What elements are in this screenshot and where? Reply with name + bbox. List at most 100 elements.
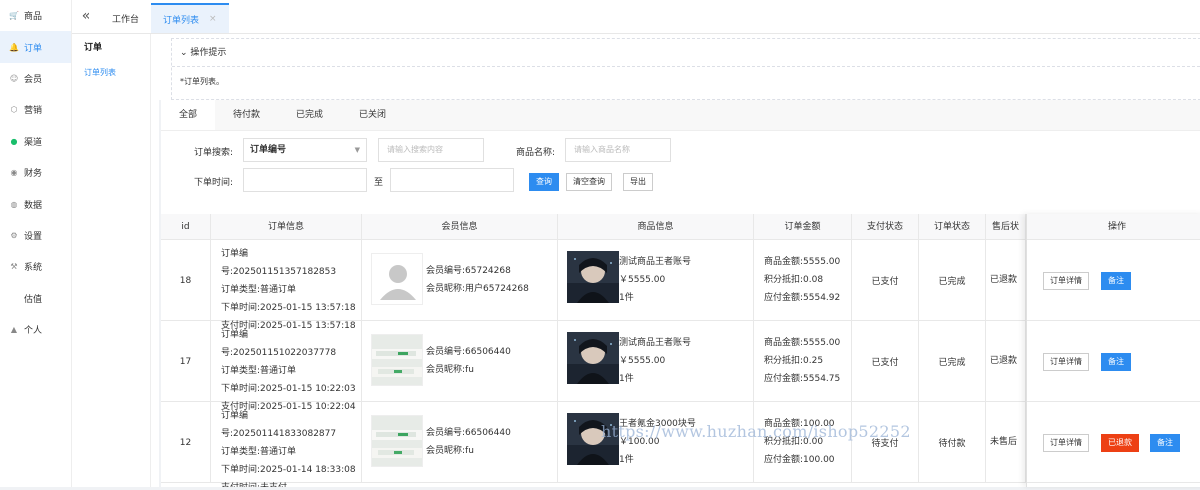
product-info: 测试商品王者账号 ￥5555.00 1件 xyxy=(558,240,754,321)
avatar xyxy=(371,253,423,305)
tips-header[interactable]: ⌄ 操作提示 xyxy=(172,39,1200,67)
column-header: 支付状态 xyxy=(852,214,919,240)
refunded-button[interactable]: 已退款 xyxy=(1101,434,1139,452)
chevron-down-icon: ⌄ xyxy=(180,48,188,58)
order-detail-button[interactable]: 订单详情 xyxy=(1043,272,1089,290)
sub-item-order-list[interactable]: 订单列表 xyxy=(72,62,150,84)
column-header: 售后状 xyxy=(986,214,1026,240)
search-input[interactable]: 请输入搜索内容 xyxy=(378,138,484,162)
order-info: 订单编号:202501141833082877 订单类型:普通订单 下单时间:202… xyxy=(211,402,362,487)
product-name-input[interactable]: 请输入商品名称 xyxy=(565,138,671,162)
column-header: 会员信息 xyxy=(362,214,558,240)
product-image xyxy=(567,332,619,384)
search-type-select[interactable]: 订单编号 ▼ xyxy=(243,138,367,162)
order-info-line: 订单类型:普通订单 xyxy=(221,285,297,295)
nav-item-3[interactable]: ⬡ 营销 xyxy=(0,94,71,125)
nav-label: 营销 xyxy=(24,106,43,117)
status-tabs: 全部 待付款 已完成 已关闭 xyxy=(161,100,1200,131)
tab-label: 订单列表 xyxy=(163,15,200,26)
member-name: 会员昵称:fu xyxy=(426,446,474,456)
note-button[interactable]: 备注 xyxy=(1150,434,1180,452)
column-header: 订单金额 xyxy=(754,214,852,240)
left-nav: 🛒 商品 🔔 订单 ☺ 会员 ⬡ 营销 ● 渠道 ◉ 财务 ◍ 数据 ⚙ 设置 ⚒ 系统估值 ▲ 个人 xyxy=(0,0,72,487)
member-name: 会员昵称:用户65724268 xyxy=(426,284,529,294)
order-amount: 商品金额:5555.00 积分抵扣:0.25 应付金额:5554.75 xyxy=(754,321,852,402)
nav-item-0[interactable]: 🛒 商品 xyxy=(0,0,71,31)
order-info-line: 下单时间:2025-01-14 18:33:08 xyxy=(221,465,356,475)
tag-icon: ⬡ xyxy=(10,105,18,115)
member-info: 会员编号:66506440 会员昵称:fu xyxy=(362,402,558,483)
product-product: 测试商品王者账号 xyxy=(619,338,692,348)
product-price: ￥5555.00 xyxy=(619,275,666,285)
nav-item-6[interactable]: ◍ 数据 xyxy=(0,188,71,219)
nav-item-4[interactable]: ● 渠道 xyxy=(0,126,71,157)
tab-unpaid[interactable]: 待付款 xyxy=(215,100,278,130)
collapse-icon[interactable]: « xyxy=(72,0,100,33)
amount-line: 商品金额:5555.00 xyxy=(764,257,841,267)
query-button[interactable]: 查询 xyxy=(529,173,559,191)
column-header: 商品信息 xyxy=(558,214,754,240)
pay-status: 待支付 xyxy=(852,402,919,483)
amount-line: 应付金额:100.00 xyxy=(764,455,835,465)
operations-row: 订单详情 备注 xyxy=(1027,240,1200,321)
member-no: 会员编号:65724268 xyxy=(426,266,511,276)
end-date-input[interactable] xyxy=(390,168,514,192)
order-info-line: 下单时间:2025-01-15 13:57:18 xyxy=(221,303,356,313)
avatar xyxy=(371,334,423,386)
tips-text: *订单列表。 xyxy=(180,77,224,86)
settings-icon: ⚙ xyxy=(10,230,18,240)
clear-query-button[interactable]: 清空查询 xyxy=(566,173,612,191)
nav-item-10[interactable]: ▲ 个人 xyxy=(0,314,71,345)
nav-label: 估值 xyxy=(24,294,43,305)
tips-title: 操作提示 xyxy=(190,48,227,58)
order-detail-button[interactable]: 订单详情 xyxy=(1043,353,1089,371)
amount-line: 积分抵扣:0.08 xyxy=(764,275,824,285)
data-icon: ◍ xyxy=(10,199,18,209)
tab-all[interactable]: 全部 xyxy=(161,100,216,130)
nav-item-5[interactable]: ◉ 财务 xyxy=(0,157,71,188)
operations-row: 订单详情 备注 xyxy=(1027,321,1200,402)
member-text: 会员编号:66506440 会员昵称:fu xyxy=(426,424,511,460)
product-label: 商品名称: xyxy=(516,148,556,158)
amount-line: 应付金额:5554.75 xyxy=(764,374,841,384)
order-status: 已完成 xyxy=(919,321,986,402)
caret-down-icon: ▼ xyxy=(354,146,360,154)
close-icon[interactable]: × xyxy=(209,14,217,24)
note-button[interactable]: 备注 xyxy=(1101,353,1131,371)
amount-line: 商品金额:5555.00 xyxy=(764,338,841,348)
select-value: 订单编号 xyxy=(250,145,287,155)
nav-item-9[interactable]: 估值 xyxy=(0,283,71,314)
amount-line: 应付金额:5554.92 xyxy=(764,293,841,303)
amount-line: 积分抵扣:0.25 xyxy=(764,356,824,366)
nav-item-7[interactable]: ⚙ 设置 xyxy=(0,220,71,251)
nav-item-1[interactable]: 🔔 订单 xyxy=(0,31,71,63)
note-button[interactable]: 备注 xyxy=(1101,272,1131,290)
pay-status: 已支付 xyxy=(852,321,919,402)
column-header: 订单状态 xyxy=(919,214,986,240)
tab-order-list[interactable]: 订单列表 × xyxy=(151,3,229,33)
product-product: 测试商品王者账号 xyxy=(619,257,692,267)
product-text: 测试商品王者账号 ￥5555.00 1件 xyxy=(619,253,691,307)
order-amount: 商品金额:5555.00 积分抵扣:0.08 应付金额:5554.92 xyxy=(754,240,852,321)
nav-item-2[interactable]: ☺ 会员 xyxy=(0,63,71,94)
nav-item-8[interactable]: ⚒ 系统 xyxy=(0,251,71,282)
sub-menu: 订单 订单列表 xyxy=(72,34,151,487)
member-info: 会员编号:66506440 会员昵称:fu xyxy=(362,321,558,402)
order-detail-button[interactable]: 订单详情 xyxy=(1043,434,1089,452)
start-date-input[interactable] xyxy=(243,168,367,192)
nav-label: 订单 xyxy=(24,43,43,54)
member-text: 会员编号:66506440 会员昵称:fu xyxy=(426,343,511,379)
watermark-text: https://www.huzhan.com/ishop52252 xyxy=(601,422,911,441)
order-info-line: 订单类型:普通订单 xyxy=(221,447,297,457)
tab-label: 工作台 xyxy=(112,14,140,25)
tab-completed[interactable]: 已完成 xyxy=(278,100,341,130)
tab-closed[interactable]: 已关闭 xyxy=(341,100,404,130)
column-header: 订单信息 xyxy=(211,214,362,240)
nav-label: 设置 xyxy=(24,231,43,242)
export-button[interactable]: 导出 xyxy=(623,173,653,191)
nav-label: 商品 xyxy=(24,12,43,23)
member-no: 会员编号:66506440 xyxy=(426,428,511,438)
order-status: 已完成 xyxy=(919,240,986,321)
tab-workbench[interactable]: 工作台 xyxy=(100,3,151,33)
system-icon: ⚒ xyxy=(10,262,18,272)
